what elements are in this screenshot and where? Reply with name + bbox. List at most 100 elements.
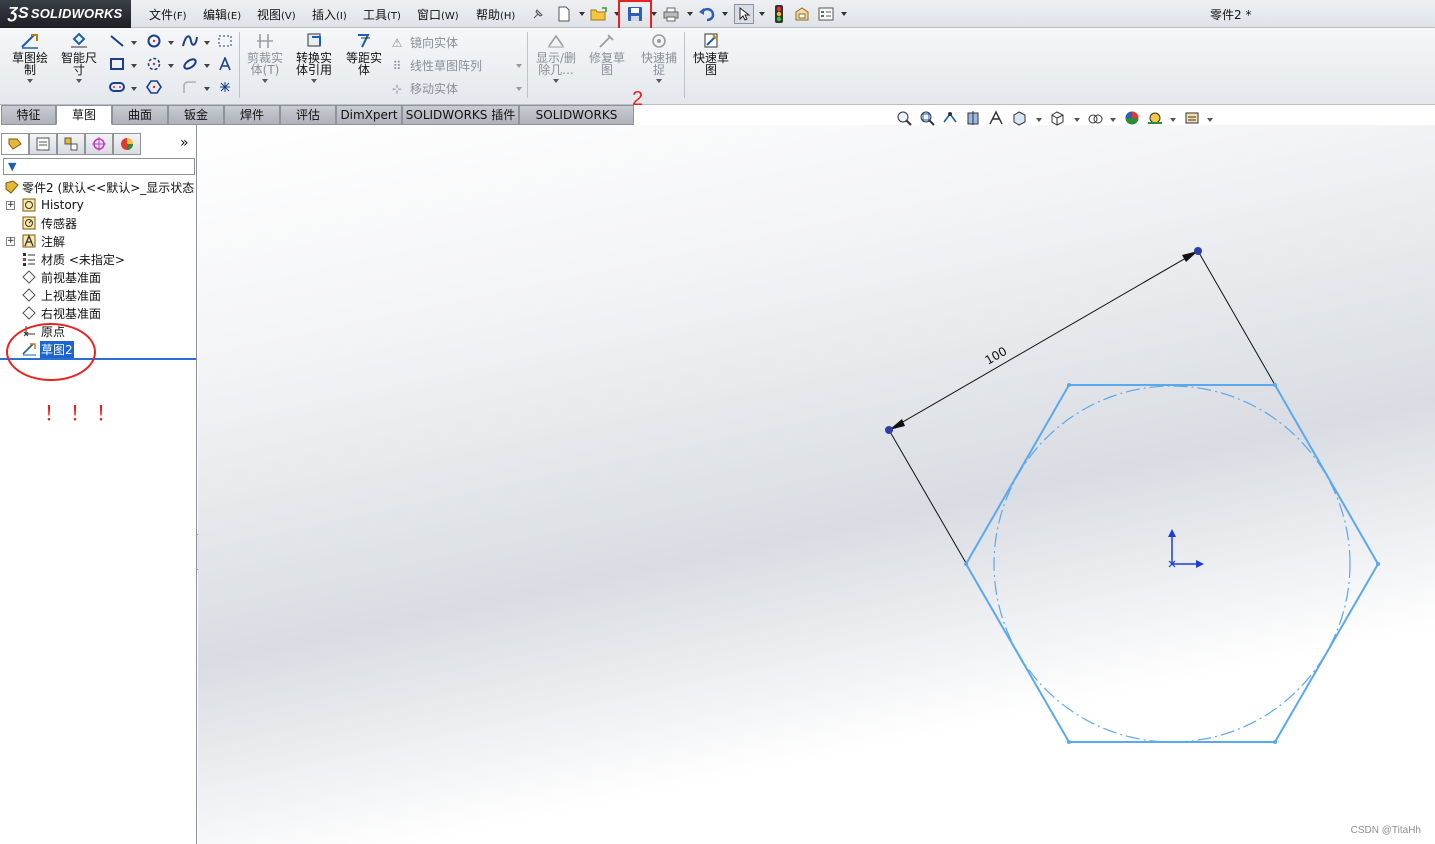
tree-item-top-plane[interactable]: 上视基准面	[0, 286, 196, 304]
feature-tree-filter[interactable]: ▼	[3, 158, 195, 175]
rectangle-dropdown-arrow[interactable]	[131, 64, 137, 68]
tree-item-sensors[interactable]: 传感器	[0, 214, 196, 232]
sketch-button[interactable]: 草图绘 制	[8, 32, 52, 83]
move-entities-button[interactable]: ⊹ 移动实体	[389, 80, 458, 97]
rapid-snap-dropdown-arrow[interactable]	[656, 79, 662, 83]
select-dropdown-arrow[interactable]	[759, 12, 765, 16]
display-delete-relations-button[interactable]: 显示/删 除几...	[532, 32, 580, 83]
spline-tool-icon[interactable]	[181, 33, 199, 49]
sketch-canvas[interactable]: 100	[198, 125, 1435, 844]
offset-entities-button[interactable]: 等距实 体	[341, 32, 387, 76]
tab-surfaces[interactable]: 曲面	[112, 105, 168, 125]
tree-item-front-plane[interactable]: 前视基准面	[0, 268, 196, 286]
graphics-area[interactable]: 100 CSDN @TitaHh	[198, 125, 1435, 844]
arc-tool-icon[interactable]	[145, 56, 163, 72]
section-view-icon[interactable]	[964, 109, 982, 127]
sketch-dropdown-arrow[interactable]	[27, 79, 33, 83]
convert-dropdown-arrow[interactable]	[311, 79, 317, 83]
dimension-endpoint-right[interactable]	[1194, 247, 1202, 255]
menu-window[interactable]: 窗口(W)	[417, 6, 459, 23]
expand-toggle-icon[interactable]: +	[6, 201, 15, 210]
centerline-tool-icon[interactable]	[216, 33, 234, 49]
zoom-to-fit-icon[interactable]	[895, 109, 913, 127]
ellipse-tool-icon[interactable]	[181, 56, 199, 72]
menu-view[interactable]: 视图(V)	[257, 6, 296, 23]
configuration-manager-tab-icon[interactable]	[57, 133, 85, 155]
tab-sheet-metal[interactable]: 钣金	[168, 105, 224, 125]
options-dropdown-arrow[interactable]	[841, 12, 847, 16]
repair-sketch-button[interactable]: 修复草 图	[585, 32, 629, 76]
solidworks-logo[interactable]: ƷS SOLIDWORKS	[0, 0, 131, 28]
dimension-value-text[interactable]: 100	[983, 344, 1010, 368]
relations-dropdown-arrow[interactable]	[553, 79, 559, 83]
edit-appearance-icon[interactable]	[1123, 109, 1141, 127]
move-dropdown-arrow[interactable]	[516, 87, 522, 91]
trim-entities-button[interactable]: 剪裁实 体(T)	[243, 32, 287, 83]
fillet-tool-icon[interactable]	[181, 79, 199, 95]
view-orientation-icon[interactable]	[1010, 109, 1028, 127]
fillet-dropdown-arrow[interactable]	[204, 87, 210, 91]
property-manager-tab-icon[interactable]	[29, 133, 57, 155]
slot-dropdown-arrow[interactable]	[131, 87, 137, 91]
text-tool-icon[interactable]	[216, 56, 234, 72]
rebuild-traffic-light-icon[interactable]	[770, 5, 788, 23]
tree-item-right-plane[interactable]: 右视基准面	[0, 304, 196, 322]
menu-help[interactable]: 帮助(H)	[476, 6, 515, 23]
slot-tool-icon[interactable]	[108, 79, 126, 95]
tree-item-annotations[interactable]: + 注解	[0, 232, 196, 250]
menu-insert[interactable]: 插入(I)	[312, 6, 347, 23]
menu-edit[interactable]: 编辑(E)	[203, 6, 241, 23]
arc-dropdown-arrow[interactable]	[168, 64, 174, 68]
tree-root-part[interactable]: 零件2 (默认<<默认>_显示状态	[0, 178, 196, 196]
smart-dimension-button[interactable]: 智能尺 寸	[57, 32, 101, 83]
new-dropdown-arrow[interactable]	[579, 12, 585, 16]
display-style-icon[interactable]	[1048, 109, 1066, 127]
tab-solidworks-addins[interactable]: SOLIDWORKS 插件	[402, 105, 519, 125]
undo-dropdown-arrow[interactable]	[722, 12, 728, 16]
hide-show-dropdown-arrow[interactable]	[1110, 118, 1116, 122]
tree-item-history[interactable]: + History	[0, 196, 196, 214]
spline-dropdown-arrow[interactable]	[204, 41, 210, 45]
dimension-line[interactable]	[888, 250, 1199, 431]
apply-scene-dropdown-arrow[interactable]	[1170, 118, 1176, 122]
display-manager-tab-icon[interactable]	[113, 133, 141, 155]
rapid-sketch-button[interactable]: 快速草 图	[689, 32, 733, 76]
trim-dropdown-arrow[interactable]	[262, 79, 268, 83]
linear-pattern-button[interactable]: ⠿ 线性草图阵列	[389, 57, 482, 74]
dynamic-annotation-icon[interactable]	[987, 109, 1005, 127]
rectangle-tool-icon[interactable]	[108, 56, 126, 72]
expand-toggle-icon[interactable]: +	[6, 237, 15, 246]
tree-item-material[interactable]: 材质 <未指定>	[0, 250, 196, 268]
convert-entities-button[interactable]: 转换实 体引用	[291, 32, 337, 83]
mirror-entities-button[interactable]: ⚠ 镜向实体	[389, 34, 458, 51]
select-pointer-icon[interactable]	[734, 4, 754, 24]
line-tool-icon[interactable]	[108, 33, 126, 49]
tab-dimxpert[interactable]: DimXpert	[336, 105, 402, 125]
point-tool-icon[interactable]	[216, 79, 234, 95]
feature-manager-tab-icon[interactable]	[1, 133, 29, 155]
dimxpert-manager-tab-icon[interactable]	[85, 133, 113, 155]
ellipse-dropdown-arrow[interactable]	[204, 64, 210, 68]
panel-more-chevron-icon[interactable]: »	[180, 135, 189, 151]
display-style-dropdown-arrow[interactable]	[1074, 118, 1080, 122]
tab-solidworks-mbd[interactable]: SOLIDWORKS MBD	[519, 105, 634, 140]
open-folder-icon[interactable]	[590, 5, 608, 23]
tab-evaluate[interactable]: 评估	[280, 105, 336, 125]
print-dropdown-arrow[interactable]	[687, 12, 693, 16]
rapid-snap-button[interactable]: 快速捕 捉	[637, 32, 681, 83]
menu-file[interactable]: 文件(F)	[149, 6, 187, 23]
new-document-icon[interactable]	[555, 5, 573, 23]
tab-weldments[interactable]: 焊件	[224, 105, 280, 125]
polygon-tool-icon[interactable]	[145, 79, 163, 95]
hide-show-items-icon[interactable]	[1086, 109, 1104, 127]
print-icon[interactable]	[662, 5, 680, 23]
linear-pattern-dropdown-arrow[interactable]	[516, 64, 522, 68]
apply-scene-icon[interactable]	[1146, 109, 1164, 127]
tab-sketch[interactable]: 草图	[56, 105, 112, 125]
previous-view-icon[interactable]	[941, 109, 959, 127]
view-orientation-dropdown-arrow[interactable]	[1036, 118, 1042, 122]
view-settings-icon[interactable]	[1183, 109, 1201, 127]
circle-dropdown-arrow[interactable]	[168, 41, 174, 45]
view-settings-dropdown-arrow[interactable]	[1207, 118, 1213, 122]
options-icon[interactable]	[817, 5, 835, 23]
